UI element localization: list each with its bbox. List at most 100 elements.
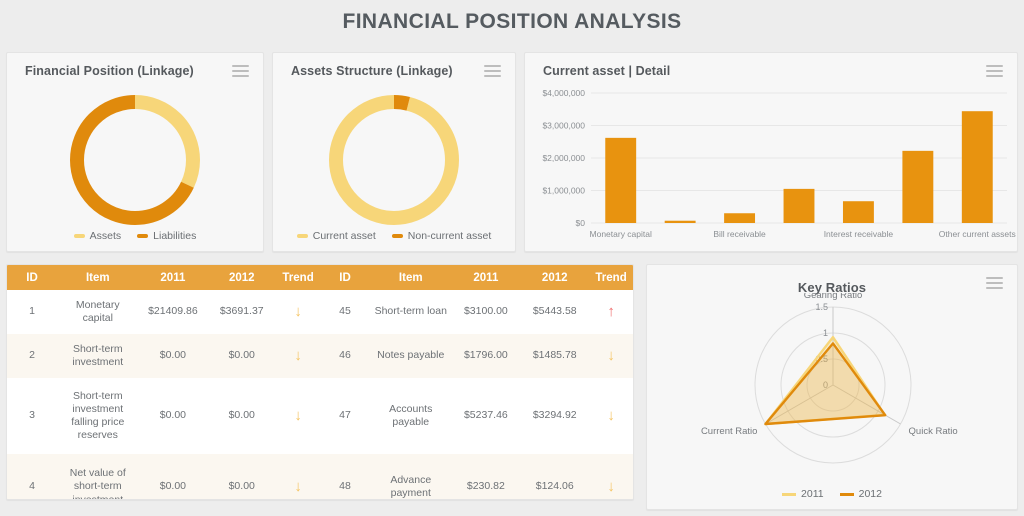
table-column-header-2: 2011 xyxy=(138,265,208,290)
trend-down-icon: ↓ xyxy=(294,346,302,364)
table-cell-item: Notes payable xyxy=(370,334,452,378)
table-cell-item: Short-term investment xyxy=(57,334,139,378)
table-cell-trend: ↓ xyxy=(276,378,320,454)
table-column-header-5: ID xyxy=(319,265,371,290)
bar-x-tick-label: Bill receivable xyxy=(713,229,766,239)
legend-item-2012[interactable]: 2012 xyxy=(839,488,882,500)
hamburger-icon[interactable] xyxy=(986,65,1003,78)
legend-label: Current asset xyxy=(312,230,376,242)
table-cell-y2011: $5237.46 xyxy=(451,378,521,454)
financial-items-table: ID Item 2011 2012 Trend ID Item 2011 2012 Trend 1… xyxy=(7,265,633,499)
table-cell-id: 2 xyxy=(7,334,58,378)
table-body: 1 Monetary capital $21409.86 $3691.37 ↓ 45 Sho… xyxy=(7,290,633,499)
table-cell-trend: ↑ xyxy=(589,290,633,334)
table-cell-trend: ↓ xyxy=(276,290,320,334)
table-cell-y2011: $0.00 xyxy=(138,378,208,454)
table-cell-y2012: $3691.37 xyxy=(207,290,277,334)
bar-6[interactable] xyxy=(961,111,993,223)
bar-0[interactable] xyxy=(605,137,637,223)
hamburger-icon[interactable] xyxy=(484,65,501,78)
radar-tick-label: 1 xyxy=(823,328,828,338)
legend-item-assets[interactable]: Assets xyxy=(73,230,121,242)
table-column-header-7: 2011 xyxy=(451,265,521,290)
table-cell-y2012: $0.00 xyxy=(207,454,277,499)
table-cell-item: Accounts payable xyxy=(370,378,452,454)
table-cell-y2012: $0.00 xyxy=(207,378,277,454)
legend-swatch-icon xyxy=(73,234,85,238)
legend-line-icon xyxy=(782,492,797,496)
table-header-row: ID Item 2011 2012 Trend ID Item 2011 2012 Trend xyxy=(7,265,633,290)
table-cell-item: Short-term loan xyxy=(370,290,452,334)
legend-key-ratios: 2011 2012 xyxy=(647,488,1017,500)
bar-y-tick-label: $3,000,000 xyxy=(542,121,585,131)
table-cell-id: 1 xyxy=(7,290,58,334)
table-cell-y2011: $21409.86 xyxy=(138,290,208,334)
legend-label: 2011 xyxy=(801,488,824,500)
table-cell-id: 3 xyxy=(7,378,58,454)
table-cell-trend: ↓ xyxy=(589,378,633,454)
bar-5[interactable] xyxy=(902,150,934,223)
trend-up-icon: ↑ xyxy=(607,302,615,320)
table-cell-trend: ↓ xyxy=(276,454,320,499)
table-column-header-9: Trend xyxy=(589,265,633,290)
legend-item-non-current-asset[interactable]: Non-current asset xyxy=(391,230,492,242)
legend-item-current-asset[interactable]: Current asset xyxy=(296,230,376,242)
radar-axis-label: Current Ratio xyxy=(701,426,758,437)
trend-down-icon: ↓ xyxy=(607,477,615,495)
donut-slice-current-asset xyxy=(329,95,459,225)
table-row[interactable]: 4 Net value of short-term investment $0.00… xyxy=(7,454,633,499)
legend-item-2011[interactable]: 2011 xyxy=(782,488,824,500)
table-cell-id: 46 xyxy=(319,334,371,378)
trend-down-icon: ↓ xyxy=(607,346,615,364)
financial-position-donut xyxy=(7,85,263,240)
bar-1[interactable] xyxy=(664,220,696,223)
legend-label: 2012 xyxy=(858,488,882,500)
table-cell-item: Net value of short-term investment xyxy=(57,454,139,499)
assets-structure-donut xyxy=(273,85,515,240)
bar-y-tick-label: $0 xyxy=(576,218,586,228)
key-ratios-radar-chart: Gearing Ratio Quick Ratio Current Ratio 0 0.… xyxy=(647,293,1017,478)
hamburger-icon[interactable] xyxy=(986,277,1003,290)
table-column-header-8: 2012 xyxy=(520,265,590,290)
bar-y-tick-label: $4,000,000 xyxy=(542,88,585,98)
table-cell-y2012: $0.00 xyxy=(207,334,277,378)
legend-financial-position: Assets Liabilities xyxy=(7,230,263,242)
table-row[interactable]: 3 Short-term investment falling price res… xyxy=(7,378,633,454)
table-cell-id: 4 xyxy=(7,454,58,499)
legend-label: Liabilities xyxy=(153,230,197,242)
bar-x-tick-label: Monetary capital xyxy=(590,229,652,239)
trend-down-icon: ↓ xyxy=(294,302,302,320)
bar-3[interactable] xyxy=(783,188,815,223)
bar-y-tick-label: $2,000,000 xyxy=(542,153,585,163)
panel-title-current-asset: Current asset | Detail xyxy=(543,64,671,78)
panel-title-financial-position: Financial Position (Linkage) xyxy=(25,64,194,78)
panel-title-assets-structure: Assets Structure (Linkage) xyxy=(291,64,453,78)
table-cell-trend: ↓ xyxy=(276,334,320,378)
legend-swatch-icon xyxy=(137,234,149,238)
table-column-header-4: Trend xyxy=(276,265,320,290)
page-title: FINANCIAL POSITION ANALYSIS xyxy=(342,10,682,33)
radar-tick-label: 1.5 xyxy=(815,302,828,312)
table-cell-item: Monetary capital xyxy=(57,290,139,334)
trend-down-icon: ↓ xyxy=(294,477,302,495)
bar-2[interactable] xyxy=(724,213,756,223)
legend-label: Non-current asset xyxy=(407,230,492,242)
table-cell-y2011: $0.00 xyxy=(138,454,208,499)
table-column-header-1: Item xyxy=(57,265,139,290)
hamburger-icon[interactable] xyxy=(232,65,249,78)
table-cell-y2011: $0.00 xyxy=(138,334,208,378)
panel-key-ratios: Key Ratios Gearing Ratio Quick Ratio Curre… xyxy=(646,264,1018,510)
legend-item-liabilities[interactable]: Liabilities xyxy=(137,230,196,242)
table-row[interactable]: 1 Monetary capital $21409.86 $3691.37 ↓ 45 Sho… xyxy=(7,290,633,334)
table-column-header-6: Item xyxy=(370,265,452,290)
radar-series-2012[interactable] xyxy=(764,342,887,426)
table-cell-y2012: $124.06 xyxy=(520,454,590,499)
radar-axis-label: Quick Ratio xyxy=(909,426,958,437)
legend-line-icon xyxy=(839,492,854,496)
table-cell-trend: ↓ xyxy=(589,334,633,378)
bar-4[interactable] xyxy=(842,201,874,223)
legend-swatch-icon xyxy=(391,234,403,238)
table-column-header-0: ID xyxy=(7,265,58,290)
table-cell-y2012: $3294.92 xyxy=(520,378,590,454)
table-row[interactable]: 2 Short-term investment $0.00 $0.00 ↓ 46 Notes… xyxy=(7,334,633,378)
